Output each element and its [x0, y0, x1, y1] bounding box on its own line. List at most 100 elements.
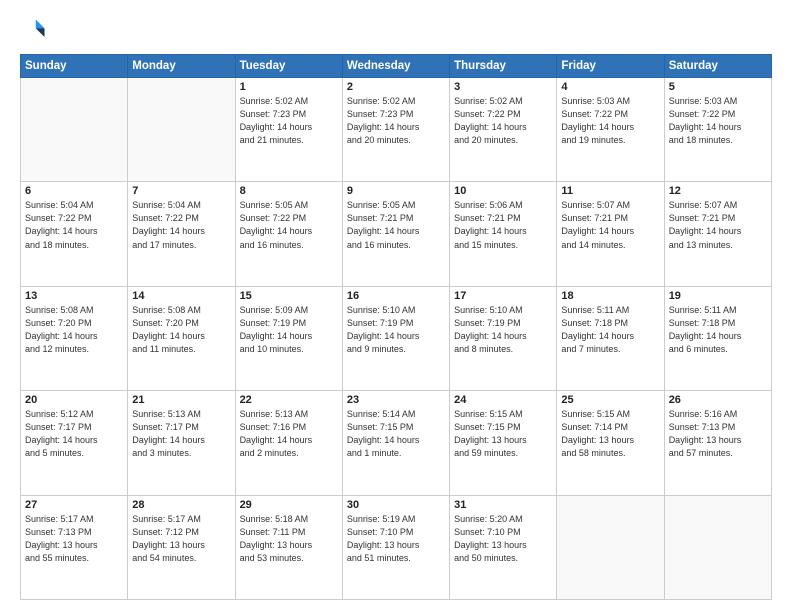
day-number: 5 [669, 81, 767, 93]
calendar-cell: 9Sunrise: 5:05 AM Sunset: 7:21 PM Daylig… [342, 182, 449, 286]
calendar-cell: 26 Sunrise: 5:16 AM Sunset: 7:13 PM Dayli… [664, 391, 771, 495]
day-number: 1 [240, 81, 338, 93]
day-info: Sunrise: 5:20 AM Sunset: 7:10 PM Dayligh… [454, 513, 552, 565]
calendar-cell: 22 Sunrise: 5:13 AM Sunset: 7:16 PM Dayli… [235, 391, 342, 495]
weekday-header: Monday [128, 55, 235, 78]
day-info: Sunrise: 5:12 AM Sunset: 7:17 PM Dayligh… [25, 408, 123, 460]
calendar-cell: 6 Sunrise: 5:04 AM Sunset: 7:22 PM Daylig… [21, 182, 128, 286]
day-number: 19 [669, 290, 767, 302]
calendar-cell: 12 Sunrise: 5:07 AM Sunset: 7:21 PM Dayli… [664, 182, 771, 286]
day-info: Sunrise: 5:11 AM Sunset: 7:18 PM Dayligh… [561, 304, 659, 356]
header [20, 16, 772, 44]
calendar-cell: 8 Sunrise: 5:05 AM Sunset: 7:22 PM Daylig… [235, 182, 342, 286]
calendar-cell: 5 Sunrise: 5:03 AM Sunset: 7:22 PM Daylig… [664, 78, 771, 182]
day-info: Sunrise: 5:02 AM Sunset: 7:22 PM Dayligh… [454, 95, 552, 147]
day-number: 29 [240, 499, 338, 511]
day-number: 11 [561, 185, 659, 197]
day-info: Sunrise: 5:16 AM Sunset: 7:13 PM Dayligh… [669, 408, 767, 460]
day-number: 3 [454, 81, 552, 93]
calendar-cell: 16Sunrise: 5:10 AM Sunset: 7:19 PM Dayli… [342, 286, 449, 390]
calendar-cell: 1 Sunrise: 5:02 AM Sunset: 7:23 PM Daylig… [235, 78, 342, 182]
calendar-week-row: 27 Sunrise: 5:17 AM Sunset: 7:13 PM Dayli… [21, 495, 772, 599]
day-info: Sunrise: 5:10 AM Sunset: 7:19 PM Dayligh… [454, 304, 552, 356]
weekday-header: Saturday [664, 55, 771, 78]
page: SundayMondayTuesdayWednesdayThursdayFrid… [0, 0, 792, 612]
day-info: Sunrise: 5:14 AM Sunset: 7:15 PM Dayligh… [347, 408, 445, 460]
calendar-cell: 11 Sunrise: 5:07 AM Sunset: 7:21 PM Dayli… [557, 182, 664, 286]
day-info: Sunrise: 5:04 AM Sunset: 7:22 PM Dayligh… [25, 199, 123, 251]
day-info: Sunrise: 5:02 AM Sunset: 7:23 PM Dayligh… [240, 95, 338, 147]
calendar-cell: 27 Sunrise: 5:17 AM Sunset: 7:13 PM Dayli… [21, 495, 128, 599]
day-number: 21 [132, 394, 230, 406]
calendar-cell: 17 Sunrise: 5:10 AM Sunset: 7:19 PM Dayli… [450, 286, 557, 390]
day-number: 7 [132, 185, 230, 197]
calendar-cell: 7 Sunrise: 5:04 AM Sunset: 7:22 PM Daylig… [128, 182, 235, 286]
day-info: Sunrise: 5:13 AM Sunset: 7:17 PM Dayligh… [132, 408, 230, 460]
calendar-cell: 20 Sunrise: 5:12 AM Sunset: 7:17 PM Dayli… [21, 391, 128, 495]
day-number: 2 [347, 81, 445, 93]
day-number: 8 [240, 185, 338, 197]
logo-icon [20, 16, 48, 44]
day-number: 30 [347, 499, 445, 511]
day-info: Sunrise: 5:15 AM Sunset: 7:14 PM Dayligh… [561, 408, 659, 460]
calendar-cell [664, 495, 771, 599]
day-info: Sunrise: 5:02 AM Sunset: 7:23 PM Dayligh… [347, 95, 445, 147]
day-info: Sunrise: 5:05 AM Sunset: 7:22 PM Dayligh… [240, 199, 338, 251]
calendar-week-row: 1 Sunrise: 5:02 AM Sunset: 7:23 PM Daylig… [21, 78, 772, 182]
calendar-cell [128, 78, 235, 182]
day-info: Sunrise: 5:10 AM Sunset: 7:19 PM Dayligh… [347, 304, 445, 356]
day-number: 26 [669, 394, 767, 406]
day-number: 25 [561, 394, 659, 406]
calendar-cell: 23 Sunrise: 5:14 AM Sunset: 7:15 PM Dayli… [342, 391, 449, 495]
day-info: Sunrise: 5:03 AM Sunset: 7:22 PM Dayligh… [669, 95, 767, 147]
day-info: Sunrise: 5:08 AM Sunset: 7:20 PM Dayligh… [25, 304, 123, 356]
weekday-header: Friday [557, 55, 664, 78]
day-info: Sunrise: 5:07 AM Sunset: 7:21 PM Dayligh… [561, 199, 659, 251]
day-number: 12 [669, 185, 767, 197]
day-number: 17 [454, 290, 552, 302]
day-info: Sunrise: 5:19 AM Sunset: 7:10 PM Dayligh… [347, 513, 445, 565]
day-number: 28 [132, 499, 230, 511]
day-number: 14 [132, 290, 230, 302]
day-number: 23 [347, 394, 445, 406]
calendar-cell: 15 Sunrise: 5:09 AM Sunset: 7:19 PM Dayli… [235, 286, 342, 390]
weekday-header: Thursday [450, 55, 557, 78]
day-number: 6 [25, 185, 123, 197]
calendar-cell: 18 Sunrise: 5:11 AM Sunset: 7:18 PM Dayli… [557, 286, 664, 390]
calendar-cell: 28 Sunrise: 5:17 AM Sunset: 7:12 PM Dayli… [128, 495, 235, 599]
calendar-cell: 21 Sunrise: 5:13 AM Sunset: 7:17 PM Dayli… [128, 391, 235, 495]
calendar-week-row: 20 Sunrise: 5:12 AM Sunset: 7:17 PM Dayli… [21, 391, 772, 495]
day-info: Sunrise: 5:17 AM Sunset: 7:12 PM Dayligh… [132, 513, 230, 565]
day-info: Sunrise: 5:08 AM Sunset: 7:20 PM Dayligh… [132, 304, 230, 356]
day-number: 20 [25, 394, 123, 406]
weekday-header: Tuesday [235, 55, 342, 78]
day-info: Sunrise: 5:13 AM Sunset: 7:16 PM Dayligh… [240, 408, 338, 460]
day-number: 22 [240, 394, 338, 406]
day-info: Sunrise: 5:17 AM Sunset: 7:13 PM Dayligh… [25, 513, 123, 565]
calendar-cell: 4Sunrise: 5:03 AM Sunset: 7:22 PM Daylig… [557, 78, 664, 182]
day-number: 31 [454, 499, 552, 511]
calendar-cell: 30 Sunrise: 5:19 AM Sunset: 7:10 PM Dayli… [342, 495, 449, 599]
logo [20, 16, 52, 44]
calendar-cell: 29Sunrise: 5:18 AM Sunset: 7:11 PM Dayli… [235, 495, 342, 599]
day-info: Sunrise: 5:07 AM Sunset: 7:21 PM Dayligh… [669, 199, 767, 251]
calendar-cell: 19 Sunrise: 5:11 AM Sunset: 7:18 PM Dayli… [664, 286, 771, 390]
day-number: 9 [347, 185, 445, 197]
calendar-cell: 3 Sunrise: 5:02 AM Sunset: 7:22 PM Daylig… [450, 78, 557, 182]
calendar-table: SundayMondayTuesdayWednesdayThursdayFrid… [20, 54, 772, 600]
calendar-cell: 10Sunrise: 5:06 AM Sunset: 7:21 PM Dayli… [450, 182, 557, 286]
calendar-cell: 24Sunrise: 5:15 AM Sunset: 7:15 PM Dayli… [450, 391, 557, 495]
calendar-cell: 31 Sunrise: 5:20 AM Sunset: 7:10 PM Dayli… [450, 495, 557, 599]
day-info: Sunrise: 5:03 AM Sunset: 7:22 PM Dayligh… [561, 95, 659, 147]
day-number: 15 [240, 290, 338, 302]
day-number: 18 [561, 290, 659, 302]
day-number: 27 [25, 499, 123, 511]
calendar-cell: 14 Sunrise: 5:08 AM Sunset: 7:20 PM Dayli… [128, 286, 235, 390]
day-info: Sunrise: 5:11 AM Sunset: 7:18 PM Dayligh… [669, 304, 767, 356]
day-number: 24 [454, 394, 552, 406]
day-info: Sunrise: 5:09 AM Sunset: 7:19 PM Dayligh… [240, 304, 338, 356]
day-info: Sunrise: 5:04 AM Sunset: 7:22 PM Dayligh… [132, 199, 230, 251]
weekday-header: Wednesday [342, 55, 449, 78]
calendar-cell: 13Sunrise: 5:08 AM Sunset: 7:20 PM Dayli… [21, 286, 128, 390]
weekday-header-row: SundayMondayTuesdayWednesdayThursdayFrid… [21, 55, 772, 78]
